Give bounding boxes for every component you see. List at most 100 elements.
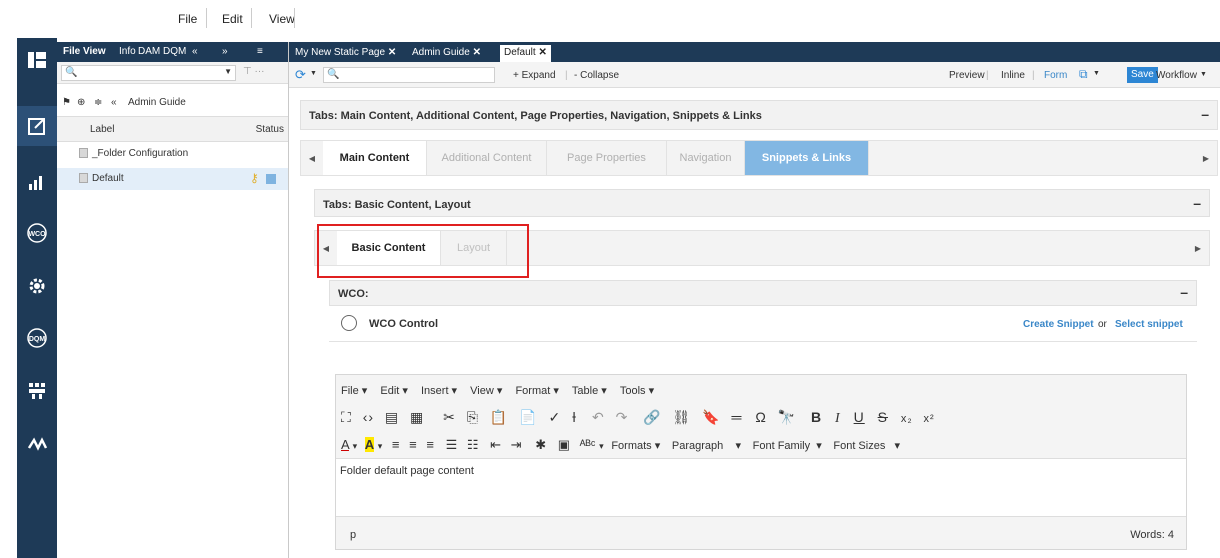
menu-edit[interactable]: Edit — [222, 12, 243, 26]
strikethrough-icon[interactable]: S — [878, 409, 888, 425]
collapse-icon[interactable]: – — [1201, 106, 1209, 122]
layout-panels-icon[interactable] — [17, 40, 57, 80]
italic-icon[interactable]: I — [835, 411, 841, 426]
double-left-icon[interactable]: « — [192, 46, 198, 57]
tab-additional-content[interactable]: Additional Content — [427, 141, 547, 175]
scroll-left-icon[interactable]: ◀ — [301, 141, 323, 175]
editor-menu-insert[interactable]: Insert ▾ — [421, 385, 457, 397]
bookmark-icon[interactable]: 🔖 — [702, 409, 720, 425]
font-family-dropdown[interactable]: Font Family ▾ — [753, 440, 822, 452]
align-center-icon[interactable]: ≡ — [409, 437, 417, 452]
doc-tab-default[interactable]: Default ✕ — [500, 45, 551, 62]
tree-search-input[interactable]: 🔍 ▼ — [61, 65, 236, 81]
scroll-right-icon[interactable]: ▶ — [1195, 141, 1217, 175]
clear-format-icon[interactable]: Ɨ — [572, 409, 577, 425]
chevron-down-icon[interactable]: ▼ — [1093, 70, 1100, 77]
chevron-down-icon[interactable]: ▾ — [599, 441, 604, 451]
workflow-button[interactable]: Workflow — [1156, 70, 1197, 81]
chevron-down-icon[interactable]: ▼ — [224, 67, 232, 76]
filter-icon[interactable]: ⊤ ··· — [243, 66, 264, 77]
collapse-icon[interactable]: – — [1180, 284, 1188, 300]
analytics-icon[interactable] — [17, 162, 57, 202]
collapse-icon[interactable]: – — [1193, 195, 1201, 211]
page-search-input[interactable]: 🔍 — [323, 67, 495, 83]
template-icon[interactable]: ▤ — [385, 409, 399, 425]
doc-tab-my-new-static-page[interactable]: My New Static Page ✕ — [291, 45, 400, 62]
tab-dqm[interactable]: DQM — [163, 46, 186, 57]
close-icon[interactable]: ✕ — [538, 47, 546, 58]
editor-menu-table[interactable]: Table ▾ — [572, 385, 607, 397]
cut-icon[interactable]: ✂ — [443, 409, 456, 425]
copy-icon[interactable]: ⎘ — [467, 409, 479, 425]
table-icon[interactable]: ▦ — [410, 409, 424, 425]
scroll-right-icon[interactable]: ▶ — [1187, 231, 1209, 265]
align-right-icon[interactable]: ≡ — [426, 437, 434, 452]
tab-dam[interactable]: DAM — [138, 46, 160, 57]
preview-link[interactable]: Preview — [949, 70, 985, 81]
chevron-down-icon[interactable]: ▼ — [1200, 71, 1207, 78]
editor-menu-file[interactable]: File ▾ — [341, 385, 367, 397]
subscript-icon[interactable]: x₂ — [901, 413, 913, 425]
underline-icon[interactable]: U — [854, 409, 865, 425]
create-snippet-link[interactable]: Create Snippet — [1023, 319, 1094, 330]
tab-snippets-links[interactable]: Snippets & Links — [745, 141, 869, 175]
tab-page-properties[interactable]: Page Properties — [547, 141, 667, 175]
align-left-icon[interactable]: ≡ — [392, 437, 400, 452]
gear-icon[interactable] — [17, 266, 57, 306]
apps-grid-icon[interactable] — [17, 371, 57, 411]
globe-icon[interactable]: ⊕ — [77, 97, 85, 108]
font-color-icon[interactable]: A — [341, 437, 349, 452]
doc-tab-admin-guide[interactable]: Admin Guide ✕ — [408, 45, 485, 62]
back-icon[interactable]: « — [111, 97, 117, 108]
dqm-icon[interactable]: DQM — [17, 318, 57, 358]
tree-row-default[interactable]: Default ⚷ — [57, 168, 288, 190]
chevron-down-icon[interactable]: ▼ — [310, 70, 317, 77]
inline-link[interactable]: Inline — [1001, 70, 1025, 81]
chevron-down-icon[interactable]: ▾ — [353, 441, 358, 451]
tab-navigation[interactable]: Navigation — [667, 141, 745, 175]
indent-icon[interactable]: ⇥ — [511, 437, 522, 452]
chevron-down-icon[interactable]: ▾ — [378, 441, 383, 451]
redo-icon[interactable]: ↷ — [616, 409, 629, 425]
paste-text-icon[interactable]: 📄 — [519, 409, 537, 425]
special-char-icon[interactable]: Ω — [755, 409, 766, 425]
paragraph-dropdown[interactable]: Paragraph ▾ — [672, 440, 741, 452]
code-icon[interactable]: ‹› — [363, 409, 374, 425]
menu-file[interactable]: File — [178, 12, 197, 26]
open-external-icon[interactable]: ⧉ — [1079, 67, 1088, 82]
font-sizes-dropdown[interactable]: Font Sizes ▾ — [833, 440, 900, 452]
close-icon[interactable]: ✕ — [473, 47, 481, 58]
fullscreen-icon[interactable]: ⛶ — [341, 409, 352, 425]
unlink-icon[interactable]: ⛓ — [673, 409, 692, 425]
collapse-link[interactable]: - Collapse — [574, 70, 619, 81]
bold-icon[interactable]: B — [811, 409, 822, 425]
close-icon[interactable]: ✕ — [388, 47, 396, 58]
numbered-list-icon[interactable]: ☷ — [467, 437, 479, 452]
form-link[interactable]: Form — [1044, 70, 1067, 81]
flag-icon[interactable]: ⚑ — [62, 97, 71, 108]
editor-menu-tools[interactable]: Tools ▾ — [620, 385, 654, 397]
paste-icon[interactable]: 📋 — [490, 409, 508, 425]
select-snippet-link[interactable]: Select snippet — [1115, 319, 1183, 330]
check-icon[interactable]: ✓ — [549, 409, 562, 425]
expand-link[interactable]: + Expand — [513, 70, 556, 81]
superscript-icon[interactable]: x² — [924, 413, 935, 425]
spellcheck-icon[interactable]: ᴬᴮᶜ — [580, 437, 596, 452]
element-path[interactable]: p — [350, 529, 356, 541]
menu-view[interactable]: View — [269, 12, 295, 26]
tab-info[interactable]: Info — [119, 46, 136, 57]
image-icon[interactable]: ▣ — [558, 437, 570, 452]
bullet-list-icon[interactable]: ☰ — [446, 437, 458, 452]
horizontal-rule-icon[interactable]: ═ — [732, 409, 743, 425]
accessibility-icon[interactable]: ✱ — [535, 437, 546, 452]
refresh-icon[interactable]: ⟳ — [295, 67, 306, 83]
find-icon[interactable]: 🔭 — [778, 409, 796, 425]
tab-file-view[interactable]: File View — [63, 46, 106, 57]
highlight-color-icon[interactable]: A — [364, 437, 375, 452]
editor-menu-edit[interactable]: Edit ▾ — [380, 385, 408, 397]
outdent-icon[interactable]: ⇤ — [490, 437, 501, 452]
formats-dropdown[interactable]: Formats ▾ — [611, 440, 660, 452]
infinity-icon[interactable] — [17, 424, 57, 464]
menu-icon[interactable]: ≡ — [257, 46, 263, 57]
undo-icon[interactable]: ↶ — [592, 409, 605, 425]
